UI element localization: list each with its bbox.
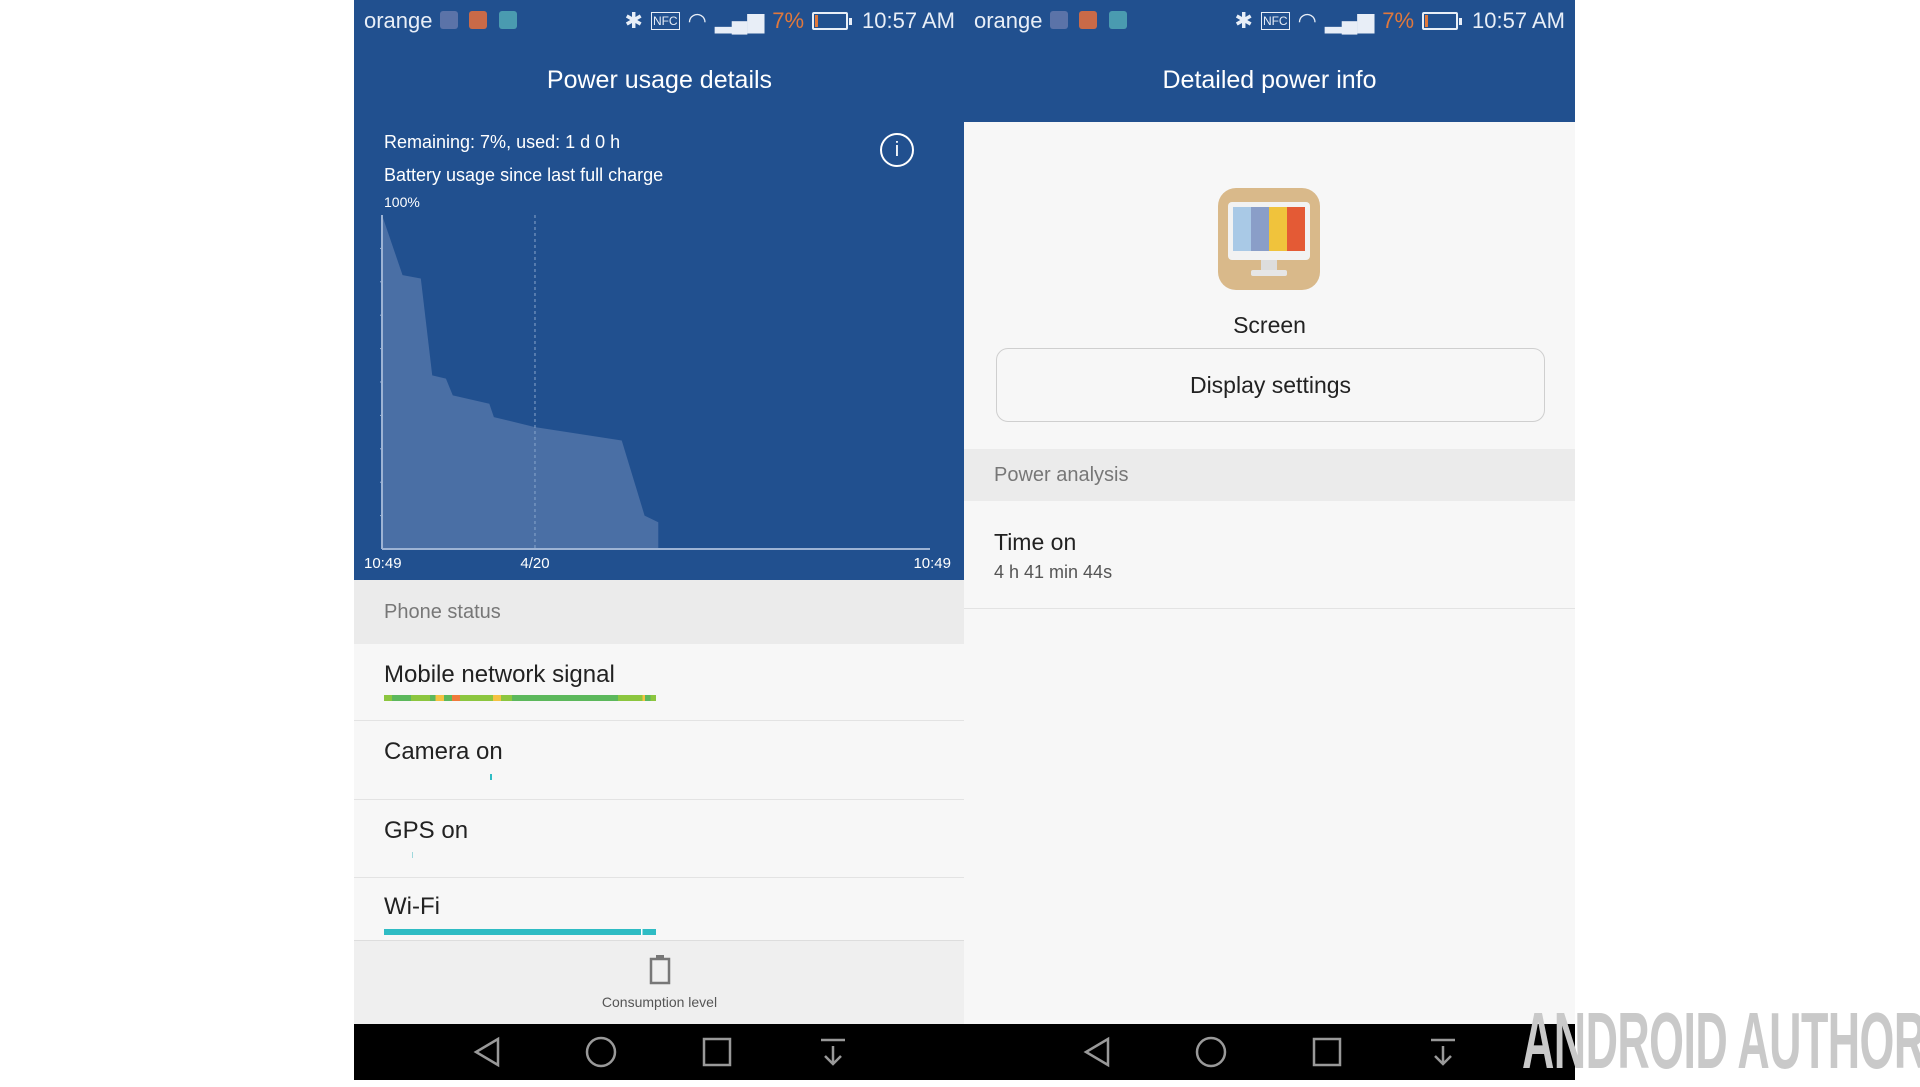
- row-label: Mobile network signal: [384, 661, 615, 688]
- page-title: Power usage details: [354, 41, 965, 122]
- row-label: Camera on: [384, 738, 503, 765]
- signal-strength-bar: [384, 695, 656, 701]
- wifi-icon: ◠: [687, 8, 707, 33]
- battery-icon: [1422, 12, 1463, 30]
- back-icon[interactable]: [1082, 1036, 1112, 1068]
- detailed-power-panel: orange ✱ NFC ◠ ▂▄▆ 7% 10:57 AM Detailed …: [964, 0, 1575, 1080]
- battery-area: [382, 215, 659, 549]
- clock: 10:57 AM: [1472, 8, 1565, 33]
- signal-icon: ▂▄▆: [714, 8, 765, 33]
- gps-usage-bar: [412, 852, 413, 858]
- carrier-name: orange: [974, 8, 1043, 33]
- gallery-icon: [1109, 11, 1127, 29]
- screen-monitor-icon: [1218, 188, 1320, 290]
- recents-icon[interactable]: [702, 1036, 732, 1068]
- status-bar: orange ✱ NFC ◠ ▂▄▆ 7% 10:57 AM: [354, 0, 965, 41]
- power-usage-panel: orange ✱ NFC ◠ ▂▄▆ 7% 10:57 AM Power usa…: [354, 0, 965, 1080]
- time-on-label: Time on: [994, 529, 1077, 555]
- wifi-usage-bar: [384, 929, 656, 935]
- navigation-bar: [354, 1024, 965, 1080]
- notifications-icon[interactable]: [1428, 1036, 1458, 1068]
- watermark: ANDROID AUTHORITY: [1522, 996, 1920, 1085]
- home-icon[interactable]: [585, 1036, 617, 1068]
- navigation-bar: [964, 1024, 1575, 1080]
- battery-icon: [812, 12, 853, 30]
- camera-usage-bar: [490, 774, 492, 780]
- heart-rate-icon: [1050, 11, 1068, 29]
- consumption-level-label: Consumption level: [601, 994, 718, 1010]
- gallery-icon: [499, 11, 517, 29]
- battery-percent: 7%: [772, 8, 805, 33]
- x-tick-start: 10:49: [364, 555, 402, 572]
- battery-app-icon: [1079, 11, 1097, 29]
- battery-percent: 7%: [1382, 8, 1415, 33]
- list-item-wifi[interactable]: Wi-Fi: [354, 878, 965, 940]
- list-item-mobile-signal[interactable]: Mobile network signal: [354, 644, 965, 721]
- time-on-row: Time on 4 h 41 min 44s: [964, 501, 1575, 609]
- bluetooth-icon: ✱: [624, 8, 643, 33]
- battery-icon: [649, 955, 670, 985]
- back-icon[interactable]: [472, 1036, 502, 1068]
- power-analysis-header: Power analysis: [964, 449, 1575, 501]
- display-settings-button[interactable]: Display settings: [996, 348, 1545, 422]
- x-tick-end: 10:49: [913, 555, 951, 572]
- nfc-icon: NFC: [1260, 12, 1290, 30]
- notifications-icon[interactable]: [818, 1036, 848, 1068]
- wifi-icon: ◠: [1297, 8, 1317, 33]
- list-item-gps[interactable]: GPS on: [354, 800, 965, 878]
- time-on-value: 4 h 41 min 44s: [994, 562, 1113, 582]
- row-label: GPS on: [384, 817, 469, 844]
- consumption-level-button[interactable]: Consumption level: [354, 940, 965, 1024]
- heart-rate-icon: [440, 11, 458, 29]
- signal-icon: ▂▄▆: [1324, 8, 1375, 33]
- x-tick-date: 4/20: [520, 555, 550, 572]
- clock: 10:57 AM: [862, 8, 955, 33]
- carrier-name: orange: [364, 8, 433, 33]
- status-bar: orange ✱ NFC ◠ ▂▄▆ 7% 10:57 AM: [964, 0, 1575, 41]
- battery-app-icon: [469, 11, 487, 29]
- app-name: Screen: [1233, 312, 1306, 338]
- page-title: Detailed power info: [964, 41, 1575, 122]
- bluetooth-icon: ✱: [1234, 8, 1253, 33]
- home-icon[interactable]: [1195, 1036, 1227, 1068]
- recents-icon[interactable]: [1312, 1036, 1342, 1068]
- nfc-icon: NFC: [650, 12, 680, 30]
- battery-chart: [380, 215, 930, 550]
- row-label: Wi-Fi: [384, 893, 440, 920]
- phone-status-header: Phone status: [354, 580, 965, 644]
- list-item-camera[interactable]: Camera on: [354, 721, 965, 800]
- battery-chart-area: Remaining: 7%, used: 1 d 0 h Battery usa…: [354, 122, 965, 580]
